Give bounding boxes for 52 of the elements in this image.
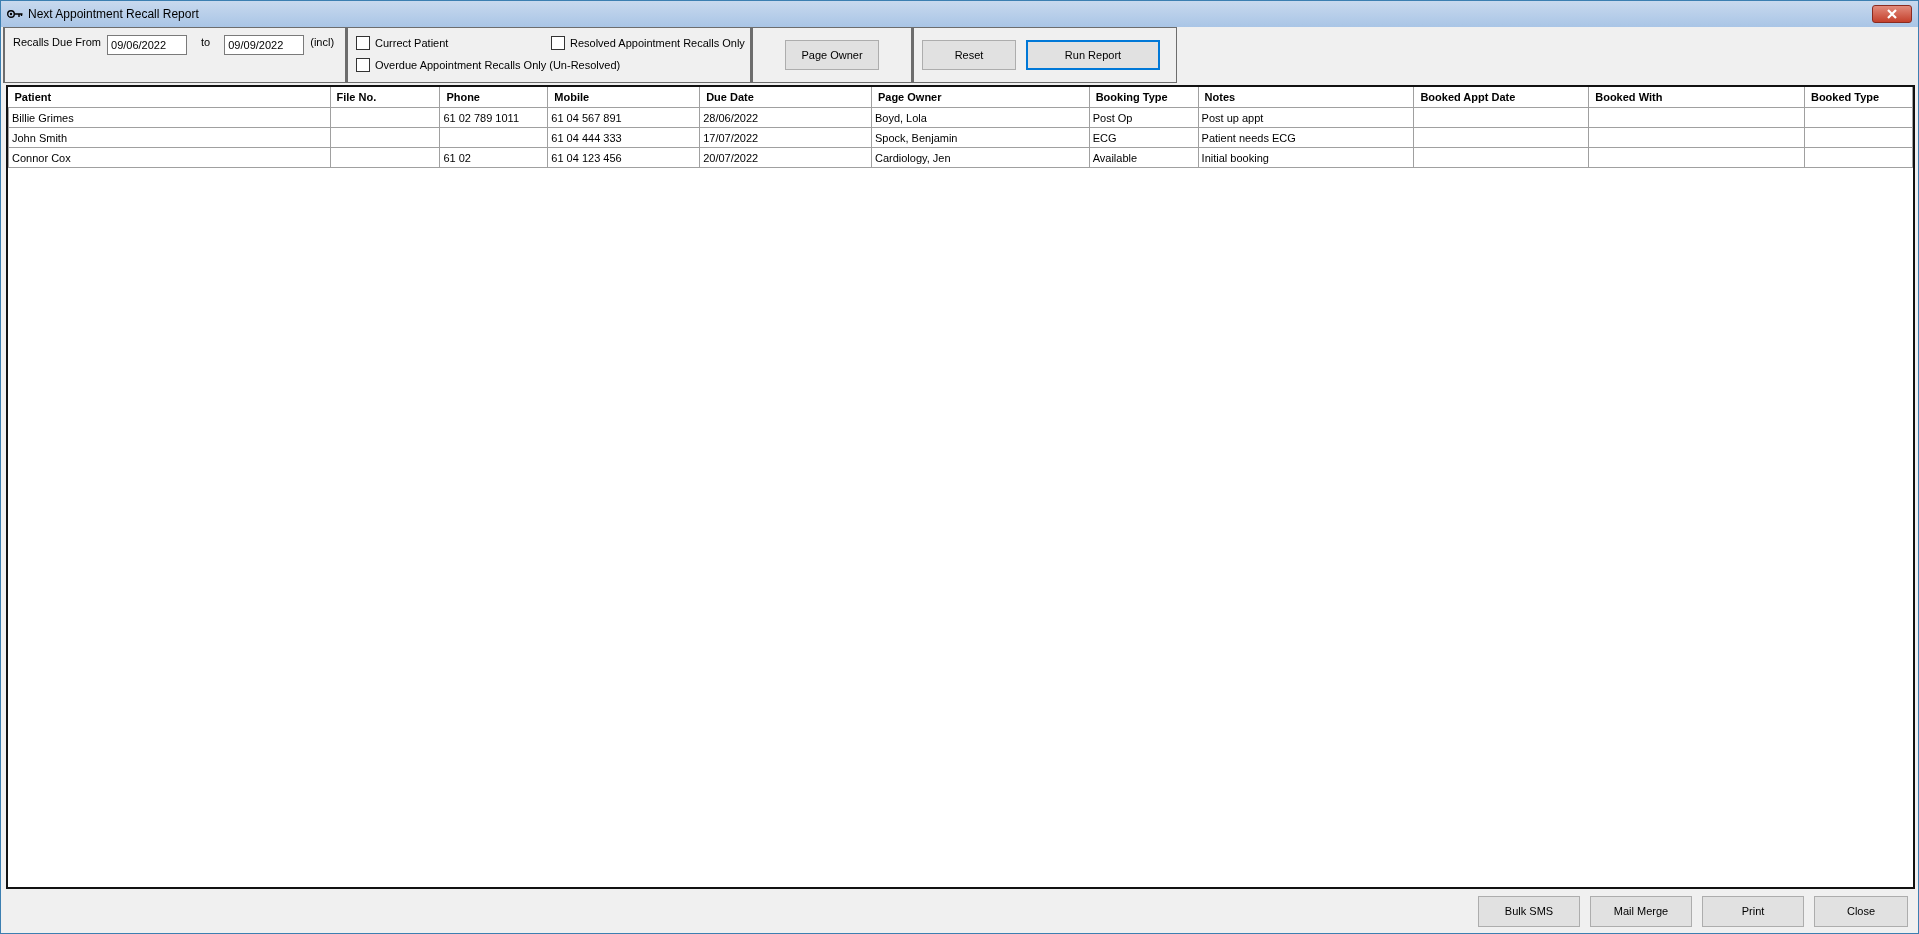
- footer-button[interactable]: Close: [1814, 895, 1908, 927]
- checkbox-label: Resolved Appointment Recalls Only: [570, 37, 745, 49]
- column-header[interactable]: Booking Type: [1089, 87, 1199, 108]
- checkbox[interactable]: [356, 58, 370, 72]
- close-icon[interactable]: [1872, 5, 1912, 23]
- from-date-field[interactable]: 09/06/2022: [107, 35, 188, 55]
- column-header[interactable]: Patient: [8, 87, 330, 108]
- table-cell: Spock, Benjamin: [871, 127, 1090, 148]
- date-range-label: Recalls Due From: [13, 36, 102, 48]
- table-cell: Cardiology, Jen: [871, 147, 1090, 168]
- column-header[interactable]: Booked With: [1588, 87, 1805, 108]
- table-cell: Connor Cox: [8, 147, 330, 168]
- action-button[interactable]: Run Report: [1026, 40, 1160, 70]
- table-cell: Initial booking: [1198, 147, 1414, 168]
- checkbox[interactable]: [551, 36, 565, 50]
- column-header[interactable]: Phone: [439, 87, 548, 108]
- table-cell: 20/07/2022: [699, 147, 872, 168]
- column-header[interactable]: Mobile: [547, 87, 700, 108]
- table-cell: Boyd, Lola: [871, 107, 1090, 128]
- table-cell: 61 04 444 333: [547, 127, 700, 148]
- table-cell: 61 04 567 891: [547, 107, 700, 128]
- checkbox-label: Overdue Appointment Recalls Only (Un-Resolved): [375, 59, 621, 71]
- table-cell: ECG: [1089, 127, 1199, 148]
- table-cell: 28/06/2022: [699, 107, 872, 128]
- page-owner-button[interactable]: Page Owner: [785, 40, 879, 70]
- footer-button[interactable]: Print: [1702, 895, 1804, 927]
- table-cell: 61 04 123 456: [547, 147, 700, 168]
- table-cell: Post up appt: [1198, 107, 1414, 128]
- table-cell: Billie Grimes: [8, 107, 330, 128]
- column-header[interactable]: Booked Type: [1804, 87, 1913, 108]
- table-cell: 61 02 789 1011: [439, 107, 548, 128]
- table-cell: 17/07/2022: [699, 127, 872, 148]
- incl-label: (incl): [310, 36, 335, 48]
- table-cell: Post Op: [1089, 107, 1199, 128]
- to-label: to: [200, 36, 212, 48]
- action-button[interactable]: Reset: [922, 40, 1016, 70]
- table-cell: John Smith: [8, 127, 330, 148]
- column-header[interactable]: File No.: [330, 87, 440, 108]
- column-header[interactable]: Page Owner: [871, 87, 1090, 108]
- checkbox-label: Currect Patient: [375, 37, 449, 49]
- window-title: Next Appointment Recall Report: [28, 7, 200, 21]
- column-header[interactable]: Booked Appt Date: [1413, 87, 1589, 108]
- table-cell: Available: [1089, 147, 1199, 168]
- checkbox[interactable]: [356, 36, 370, 50]
- column-header[interactable]: Notes: [1198, 87, 1414, 108]
- table-cell: Patient needs ECG: [1198, 127, 1414, 148]
- to-date-field[interactable]: 09/09/2022: [224, 35, 305, 55]
- column-header[interactable]: Due Date: [699, 87, 872, 108]
- footer-button[interactable]: Mail Merge: [1590, 895, 1692, 927]
- key-icon: [7, 9, 23, 19]
- table-cell: 61 02: [439, 147, 548, 168]
- footer-button[interactable]: Bulk SMS: [1478, 895, 1580, 927]
